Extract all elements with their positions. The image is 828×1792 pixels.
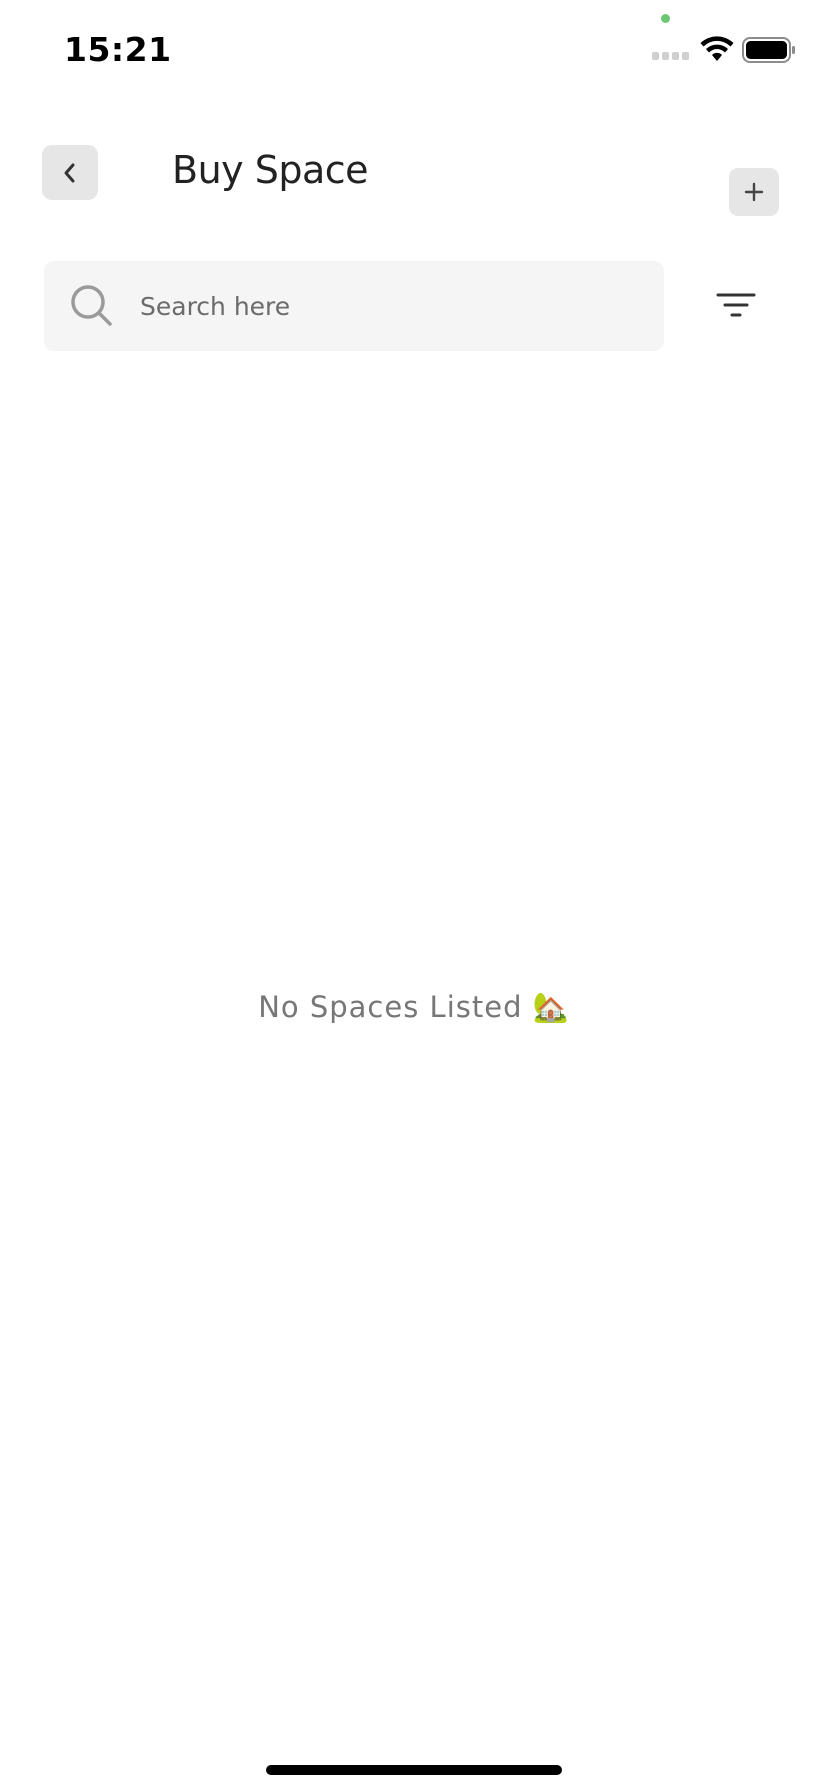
chevron-left-icon <box>64 163 75 182</box>
empty-state-message: No Spaces Listed 🏡 <box>258 990 570 1024</box>
add-space-button[interactable] <box>729 168 779 216</box>
back-button[interactable] <box>42 145 98 200</box>
page-title: Buy Space <box>172 148 369 192</box>
cellular-signal-icon <box>652 52 692 62</box>
search-box <box>44 261 664 351</box>
wifi-icon <box>700 36 734 61</box>
filter-button[interactable] <box>710 286 762 326</box>
battery-icon <box>742 37 795 63</box>
status-time: 15:21 <box>64 30 172 69</box>
filter-icon <box>716 293 756 317</box>
search-icon <box>71 285 112 326</box>
plus-icon <box>744 182 764 202</box>
search-input[interactable] <box>140 261 640 351</box>
home-indicator[interactable] <box>266 1765 562 1775</box>
mic-indicator-icon <box>661 14 670 23</box>
screen: 15:21 Buy Space Search here No Spaces Li… <box>0 0 828 1792</box>
